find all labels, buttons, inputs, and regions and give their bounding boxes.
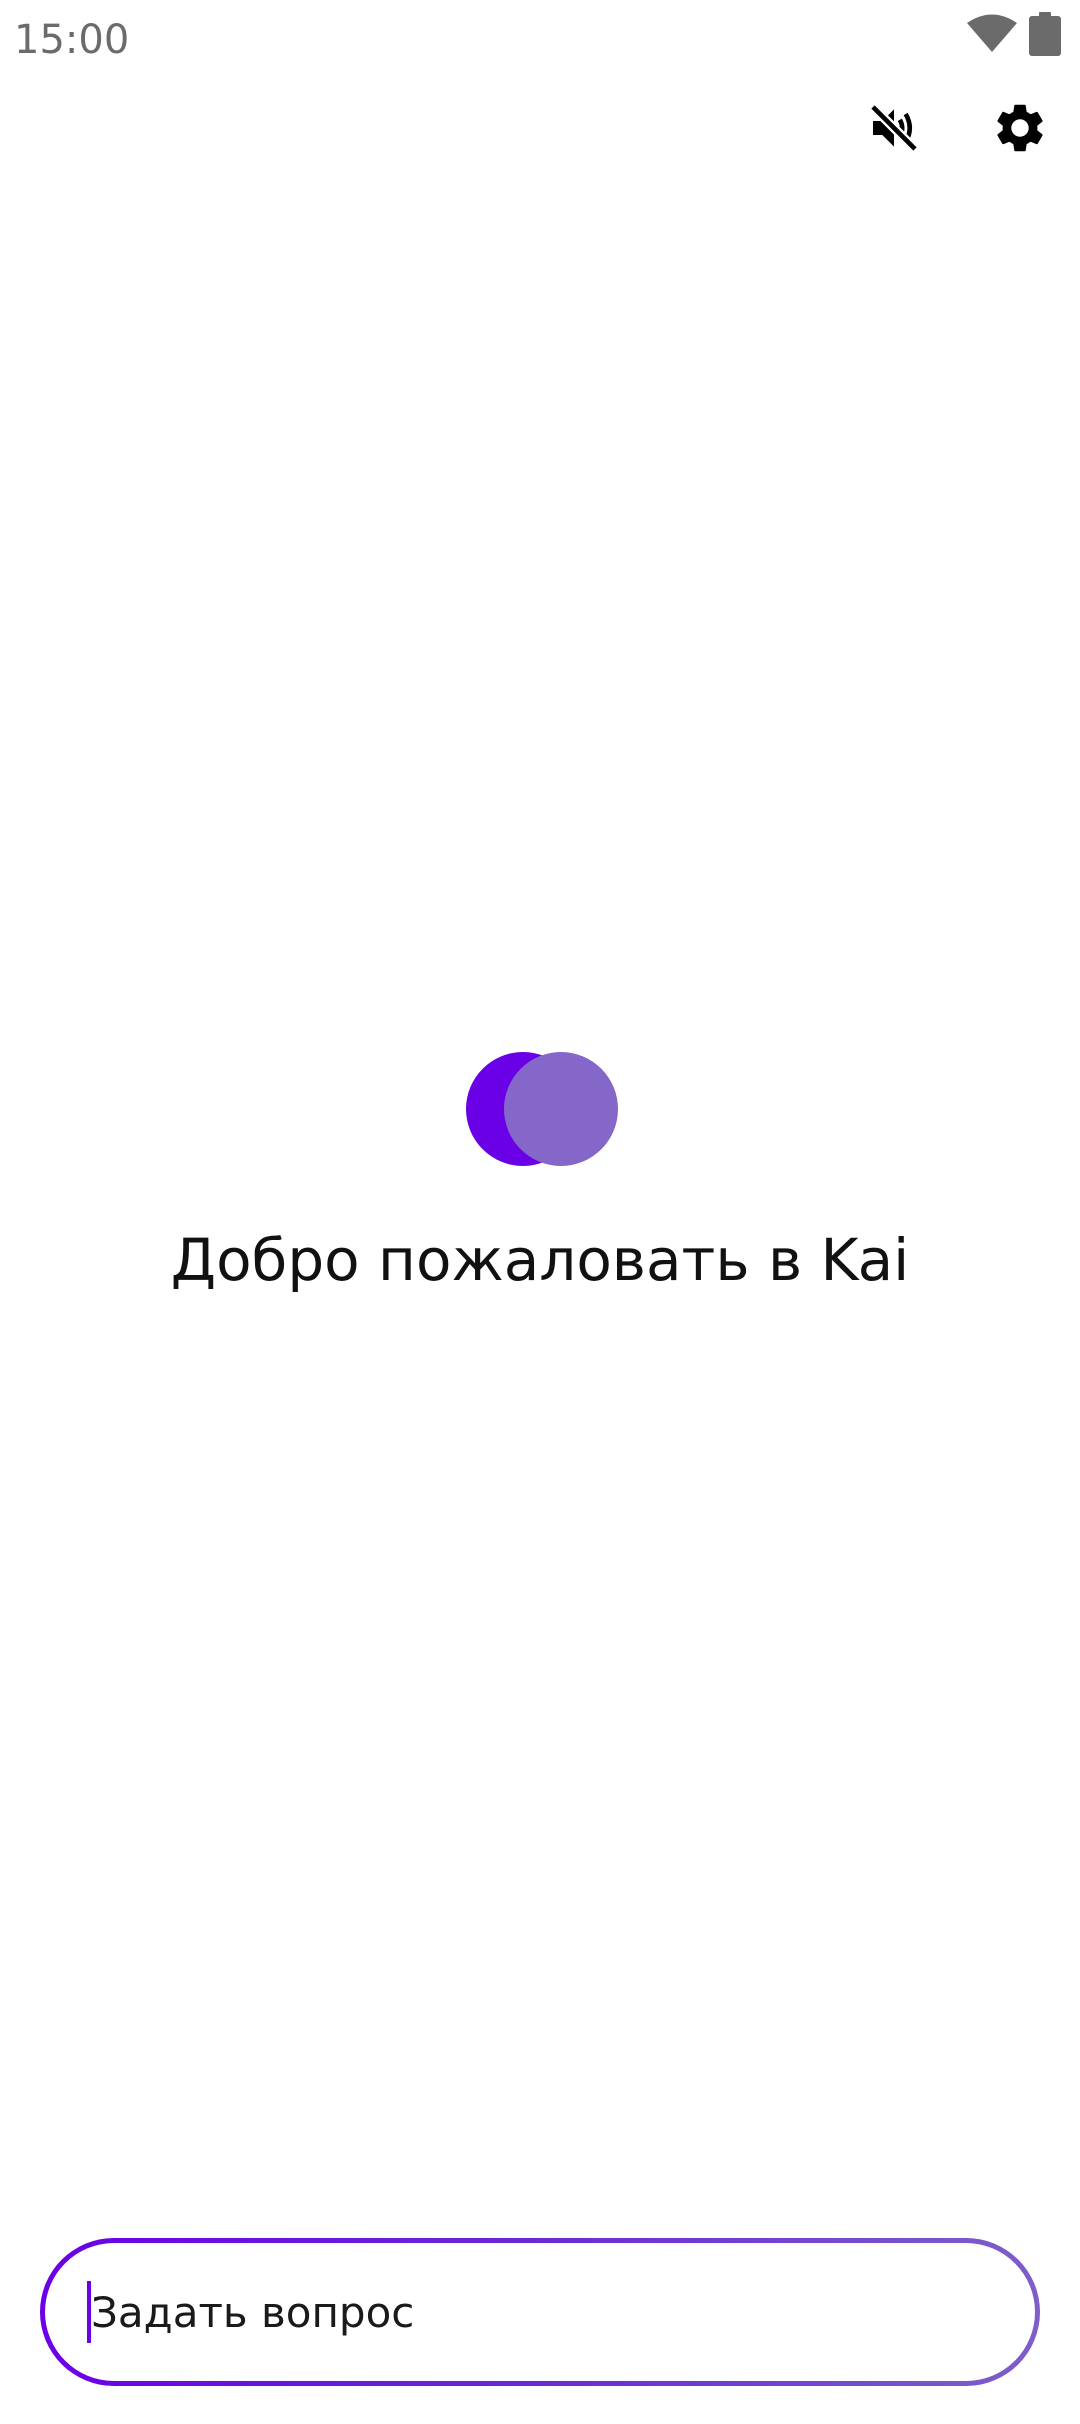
welcome-title: Добро пожаловать в Kai <box>170 1226 910 1294</box>
question-input[interactable] <box>91 2277 971 2347</box>
volume-off-icon <box>869 103 919 153</box>
question-input-field[interactable] <box>45 2243 1035 2381</box>
settings-button[interactable] <box>988 96 1052 160</box>
wifi-icon <box>967 14 1017 52</box>
battery-icon <box>1029 12 1061 56</box>
status-bar: 15:00 <box>0 0 1080 80</box>
mute-button[interactable] <box>862 96 926 160</box>
gear-icon <box>997 104 1043 152</box>
kai-welcome-screen: 15:00 Добро пожаловать в Kai <box>0 0 1080 2424</box>
question-input-container[interactable] <box>40 2238 1040 2386</box>
kai-logo <box>466 1052 618 1166</box>
status-time: 15:00 <box>14 17 130 63</box>
